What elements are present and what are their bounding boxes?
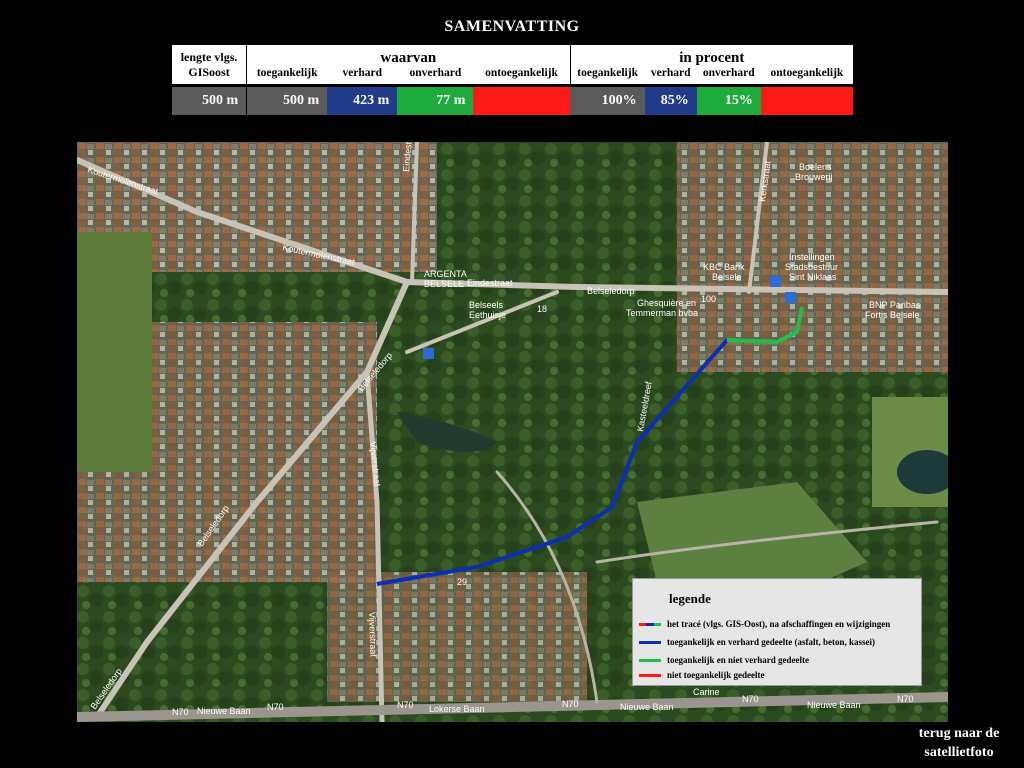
legend-label-trace: het tracé (vlgs. GIS-Oost), na afschaffi…	[667, 619, 891, 629]
bus-stop-icon	[770, 276, 781, 287]
label-n70: N70	[742, 694, 759, 704]
legend-swatch-unpaved	[639, 658, 661, 662]
value-onverhard: 77 m	[397, 87, 474, 115]
label-boelens: Boelens	[799, 162, 832, 172]
col-pct-onverhard: onverhard	[696, 67, 761, 84]
col-verhard: verhard	[327, 67, 398, 84]
label-n70: N70	[397, 700, 414, 710]
legend-swatch-inaccessible	[639, 673, 661, 677]
label-eethuisje: Eethuisje	[469, 310, 506, 320]
map-houses-s	[327, 572, 587, 702]
legend-label-paved: toegankelijk en verhard gedeelte (asfalt…	[667, 637, 875, 647]
label-stadsbestuur: Stadsbestuur	[785, 262, 838, 272]
value-toegankelijk: 500 m	[246, 87, 328, 115]
bus-stop-icon	[785, 292, 796, 303]
length-header: lengte vlgs. GISoost	[172, 45, 247, 84]
label-argenta: ARGENTA	[424, 269, 467, 279]
label-kbc-belsele: Belsele	[712, 272, 742, 282]
length-header-line2: GISoost	[188, 64, 230, 79]
value-pct-verhard: 85%	[644, 87, 697, 115]
legend-title: legende	[669, 591, 711, 606]
label-ghesquiere: Ghesquière en	[637, 298, 696, 308]
legend-label-inaccessible: niet toegankelijk gedeelte	[667, 670, 765, 680]
label-belseels: Belseels	[469, 300, 504, 310]
map-legend: legende het tracé (vlgs. GIS-Oost), na a…	[632, 578, 922, 686]
label-fortis: Fortis Belsele	[865, 310, 920, 320]
label-belseledorp-north: Belseledorp	[587, 286, 635, 296]
label-n70: N70	[267, 702, 284, 712]
value-pct-ontoegankelijk	[760, 87, 853, 115]
legend-item-inaccessible: niet toegankelijk gedeelte	[639, 670, 764, 680]
col-pct-toegankelijk: toegankelijk	[569, 67, 645, 84]
label-belsele: BELSELE	[424, 279, 464, 289]
length-header-line1: lengte vlgs.	[180, 49, 238, 64]
label-eindestraat: Eindestraat	[467, 278, 513, 288]
value-pct-toegankelijk: 100%	[570, 87, 645, 115]
col-pct-ontoegankelijk: ontoegankelijk	[760, 67, 853, 84]
back-to-satellite-link[interactable]: terug naar de satellietfoto	[904, 724, 1014, 762]
legend-item-trace: het tracé (vlgs. GIS-Oost), na afschaffi…	[639, 619, 890, 629]
summary-table: lengte vlgs. GISoost waarvan in procent …	[172, 45, 853, 115]
label-brouwerij: Brouwerij	[795, 172, 833, 182]
back-link-line2: satellietfoto	[924, 745, 994, 760]
label-kbc: KBC Bank	[703, 262, 745, 272]
label-n70: N70	[897, 694, 914, 704]
label-temmerman: Temmerman bvba	[626, 308, 698, 318]
label-house-number-18: 18	[537, 304, 547, 314]
label-bnp: BNP Paribas	[869, 300, 921, 310]
col-pct-verhard: verhard	[644, 67, 697, 84]
label-nieuwe-baan-west: Nieuwe Baan	[197, 706, 251, 716]
label-house-number-100: 100	[701, 294, 716, 304]
value-ontoegankelijk	[473, 87, 571, 115]
label-lokerse-baan: Lokerse Baan	[429, 704, 485, 714]
legend-swatch-trace	[639, 622, 661, 626]
value-verhard: 423 m	[327, 87, 398, 115]
legend-item-unpaved: toegankelijk en niet verhard gedeelte	[639, 655, 809, 665]
label-instellingen: Instellingen	[789, 252, 835, 262]
group-waarvan: waarvan	[246, 45, 571, 67]
back-link-line1: terug naar de	[918, 726, 1000, 741]
label-carine: Carine	[693, 687, 720, 697]
group-in-procent: in procent	[569, 45, 853, 67]
legend-item-paved: toegankelijk en verhard gedeelte (asfalt…	[639, 637, 875, 647]
col-toegankelijk: toegankelijk	[246, 67, 328, 84]
legend-label-unpaved: toegankelijk en niet verhard gedeelte	[667, 655, 809, 665]
label-house-number-29: 29	[457, 577, 467, 587]
label-sint-niklaas: Sint Niklaas	[789, 272, 837, 282]
label-vijverstraat: Vijverstraat	[367, 612, 379, 658]
bus-stop-icon	[423, 348, 434, 359]
label-n70: N70	[172, 707, 189, 717]
col-onverhard: onverhard	[397, 67, 474, 84]
legend-swatch-paved	[639, 640, 661, 644]
label-nieuwe-baan: Nieuwe Baan	[620, 702, 674, 712]
map-field-west	[77, 232, 152, 472]
col-ontoegankelijk: ontoegankelijk	[473, 67, 571, 84]
label-nieuwe-baan-east: Nieuwe Baan	[807, 700, 861, 710]
value-length: 500 m	[172, 87, 247, 115]
label-n70: N70	[562, 699, 579, 709]
page-title: SAMENVATTING	[444, 18, 580, 35]
value-pct-onverhard: 15%	[696, 87, 761, 115]
